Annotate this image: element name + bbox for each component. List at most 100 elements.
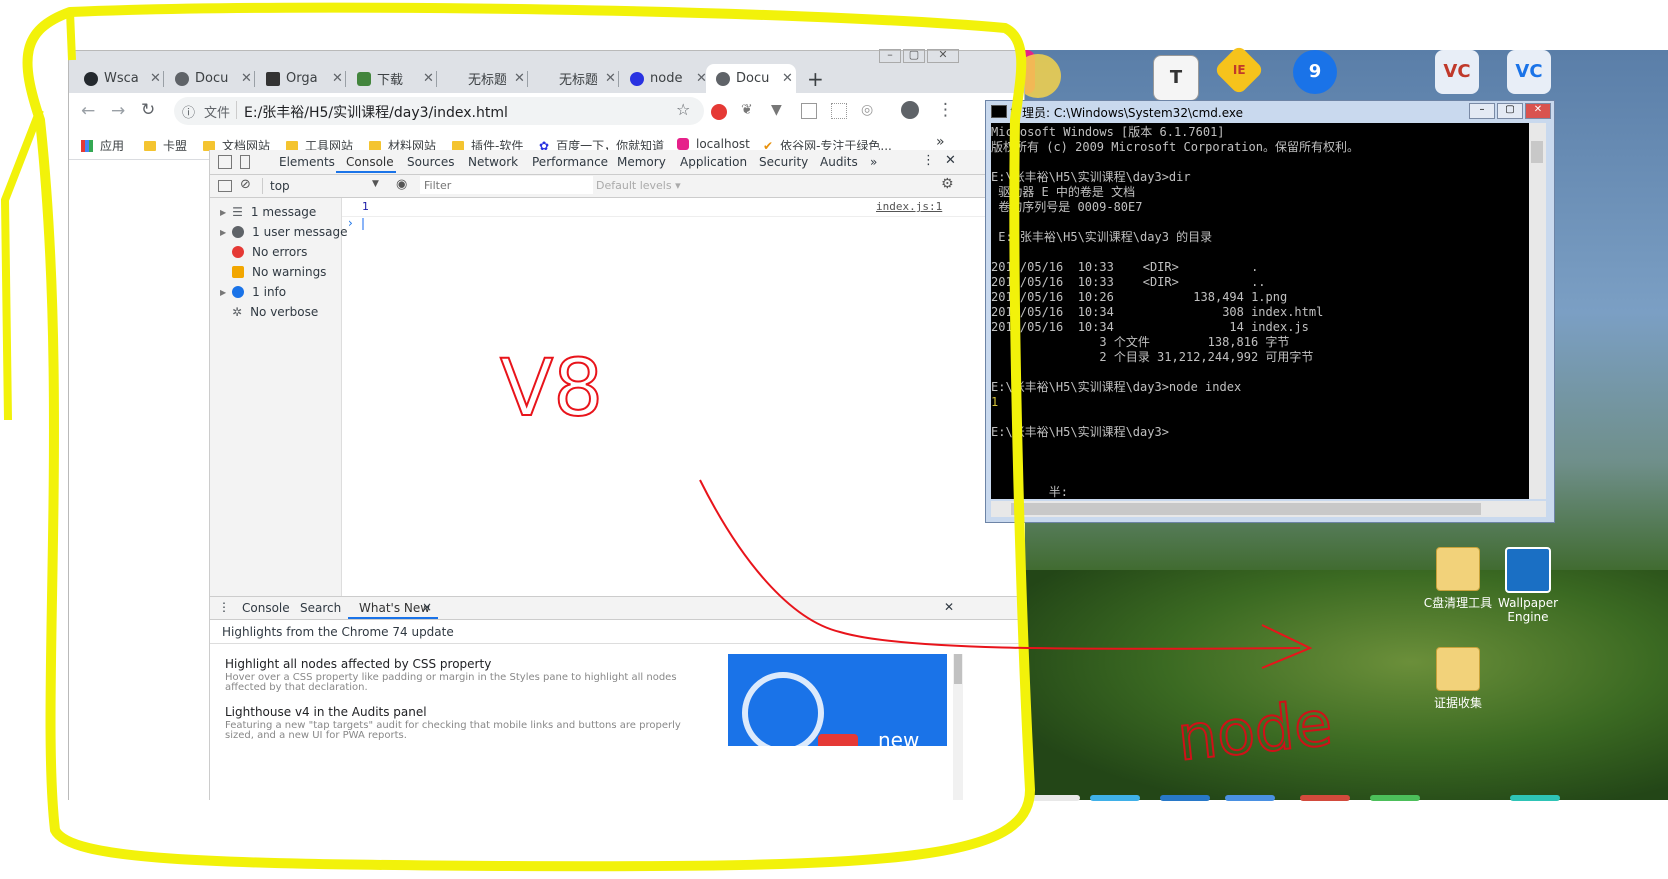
clear-console-icon[interactable]: ⊘ xyxy=(240,177,251,192)
clock-extension-icon[interactable]: ◎ xyxy=(861,102,873,118)
vc-icon[interactable]: VC xyxy=(1435,50,1479,94)
taskbar-item[interactable] xyxy=(1510,795,1560,801)
desktop-icon-wallpaper-engine[interactable]: Wallpaper Engine xyxy=(1493,547,1563,624)
taskbar-item[interactable] xyxy=(1090,795,1140,801)
console-settings-gear-icon[interactable]: ⚙ xyxy=(941,176,954,192)
browser-tab[interactable]: Docu ✕ xyxy=(165,64,253,93)
browser-tab[interactable]: node ✕ xyxy=(620,64,708,93)
ietester-icon[interactable]: IE xyxy=(1213,44,1265,96)
desktop-icon-evidence[interactable]: 证据收集 xyxy=(1423,647,1493,711)
tab-memory[interactable]: Memory xyxy=(617,155,666,169)
tab-application[interactable]: Application xyxy=(680,155,747,169)
close-tab-icon[interactable]: ✕ xyxy=(514,71,525,86)
text-tool-icon[interactable]: T xyxy=(1153,55,1199,101)
close-tab-icon[interactable]: ✕ xyxy=(782,71,793,86)
forward-icon[interactable]: → xyxy=(111,101,125,121)
sidebar-item-errors[interactable]: No errors xyxy=(232,245,307,259)
profile-avatar-icon[interactable] xyxy=(901,101,919,119)
star-icon[interactable]: ☆ xyxy=(676,100,690,119)
devtools-menu-icon[interactable]: ⋮ xyxy=(922,153,935,168)
cmd-console[interactable]: Microsoft Windows [版本 6.1.7601] 版权所有 (c)… xyxy=(991,123,1529,499)
drawer-menu-icon[interactable]: ⋮ xyxy=(218,600,230,614)
scrollbar-thumb[interactable] xyxy=(1011,503,1481,515)
log-levels-dropdown[interactable]: Default levels ▾ xyxy=(596,179,681,192)
cmd-vertical-scrollbar[interactable] xyxy=(1529,123,1546,499)
source-link[interactable]: index.js:1 xyxy=(876,200,942,213)
tab-console[interactable]: Console xyxy=(346,155,394,169)
browser-tab-active[interactable]: Docu ✕ xyxy=(706,64,796,93)
browser-tab[interactable]: 无标题 ✕ xyxy=(529,64,617,93)
close-window-button[interactable]: ✕ xyxy=(1525,103,1551,119)
context-selector[interactable]: top xyxy=(270,179,290,193)
map-pin-icon[interactable]: 9 xyxy=(1293,50,1337,94)
taskbar-item[interactable] xyxy=(1160,795,1210,801)
image-extension-icon[interactable] xyxy=(801,103,817,119)
close-tab-icon[interactable]: ✕ xyxy=(241,71,252,86)
close-tab-icon[interactable]: ✕ xyxy=(332,71,343,86)
scrollbar-thumb[interactable] xyxy=(1531,141,1543,163)
sidebar-item-messages[interactable]: ▶ ☰ 1 message xyxy=(220,205,316,219)
tab-network[interactable]: Network xyxy=(468,155,518,169)
minimize-button[interactable]: – xyxy=(1469,103,1495,119)
tab-elements[interactable]: Elements xyxy=(279,155,335,169)
maximize-button[interactable]: ▢ xyxy=(1497,103,1523,119)
console-toolbar: ⊘ top ▼ ◉ Default levels ▾ ⚙ xyxy=(210,175,1025,198)
filter-input[interactable] xyxy=(420,176,593,194)
close-drawer-tab-icon[interactable]: × xyxy=(422,600,432,614)
bookmark-folder[interactable]: 卡盟 xyxy=(144,137,187,154)
url-text[interactable]: E:/张丰裕/H5/实训课程/day3/index.html xyxy=(244,102,508,122)
new-tab-button[interactable]: + xyxy=(801,64,831,93)
vue-devtools-icon[interactable]: ▼ xyxy=(771,102,782,118)
grid-extension-icon[interactable] xyxy=(831,103,847,119)
whats-new-item-title[interactable]: Highlight all nodes affected by CSS prop… xyxy=(225,657,695,671)
sidebar-toggle-icon[interactable] xyxy=(218,180,232,192)
browser-tab[interactable]: 下载 ✕ xyxy=(347,64,435,93)
whats-new-video-thumbnail[interactable]: new xyxy=(728,654,947,746)
back-icon[interactable]: ← xyxy=(81,101,95,121)
tab-performance[interactable]: Performance xyxy=(532,155,608,169)
drawer-tab-search[interactable]: Search xyxy=(300,601,341,615)
bookmark-localhost[interactable]: localhost xyxy=(677,137,750,151)
address-bar[interactable]: ⓘ 文件 E:/张丰裕/H5/实训课程/day3/index.html ☆ xyxy=(174,97,704,125)
tab-audits[interactable]: Audits xyxy=(820,155,858,169)
drawer-tab-console[interactable]: Console xyxy=(242,601,290,615)
device-toolbar-icon[interactable] xyxy=(240,155,250,169)
more-tabs-button[interactable]: » xyxy=(870,155,877,169)
whats-new-item-title[interactable]: Lighthouse v4 in the Audits panel xyxy=(225,705,695,719)
drawer-scrollbar[interactable] xyxy=(953,654,963,800)
bookmarks-overflow-button[interactable]: » xyxy=(936,134,945,150)
cmd-horizontal-scrollbar[interactable] xyxy=(991,501,1546,517)
eye-icon[interactable]: ◉ xyxy=(396,177,407,192)
context-dropdown-icon[interactable]: ▼ xyxy=(372,179,379,189)
reload-icon[interactable]: ↻ xyxy=(141,100,155,120)
taskbar-item[interactable] xyxy=(1300,795,1350,801)
sidebar-item-info[interactable]: ▶ 1 info xyxy=(220,285,286,299)
leaf-extension-icon[interactable]: ❦ xyxy=(741,102,753,118)
tab-security[interactable]: Security xyxy=(759,155,808,169)
drawer-tab-whats-new[interactable]: What's New xyxy=(359,601,430,615)
sidebar-item-warnings[interactable]: No warnings xyxy=(232,265,326,279)
info-icon[interactable]: ⓘ xyxy=(182,102,195,121)
sidebar-item-verbose[interactable]: ✲ No verbose xyxy=(232,305,318,319)
bookmark-apps[interactable]: 应用 xyxy=(81,137,124,154)
taskbar-item[interactable] xyxy=(1030,795,1080,801)
tab-sources[interactable]: Sources xyxy=(407,155,454,169)
vc2-icon[interactable]: VC xyxy=(1507,50,1551,94)
close-drawer-icon[interactable]: ✕ xyxy=(944,600,954,614)
menu-kebab-icon[interactable]: ⋮ xyxy=(937,100,954,120)
close-tab-icon[interactable]: ✕ xyxy=(423,71,434,86)
scrollbar-thumb[interactable] xyxy=(954,654,962,684)
taskbar-item[interactable] xyxy=(1370,795,1420,801)
console-prompt-row[interactable]: › xyxy=(342,216,1025,234)
browser-tab[interactable]: Wsca ✕ xyxy=(74,64,162,93)
sidebar-item-user-messages[interactable]: ▶ 1 user message xyxy=(220,225,348,239)
desktop-icon-c-cleaner[interactable]: C盘清理工具 xyxy=(1423,547,1493,611)
inspect-element-icon[interactable] xyxy=(218,155,232,169)
close-tab-icon[interactable]: ✕ xyxy=(605,71,616,86)
browser-tab[interactable]: 无标题 ✕ xyxy=(438,64,526,93)
taskbar-item[interactable] xyxy=(1225,795,1275,801)
adblock-icon[interactable] xyxy=(711,104,727,120)
close-devtools-icon[interactable]: ✕ xyxy=(945,153,956,168)
browser-tab[interactable]: Orga ✕ xyxy=(256,64,344,93)
close-tab-icon[interactable]: ✕ xyxy=(150,71,161,86)
